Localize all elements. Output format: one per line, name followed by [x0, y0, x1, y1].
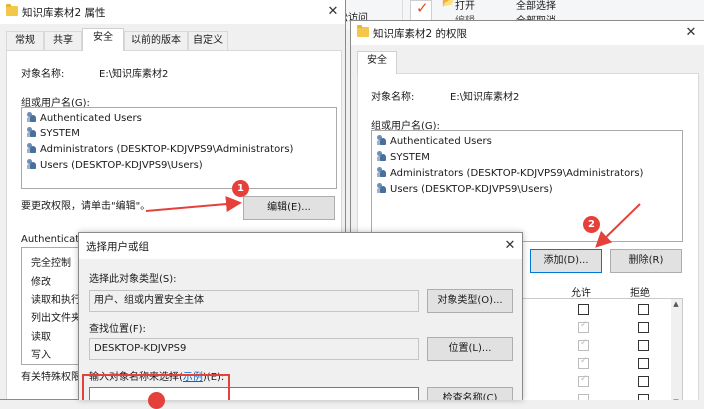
arrow-to-edit: [145, 196, 242, 213]
tab-security[interactable]: 安全: [357, 51, 397, 74]
step-badge-1: 1: [232, 180, 249, 197]
arrow-to-add: [595, 203, 641, 248]
step-badge-3: [148, 392, 165, 409]
tab-security[interactable]: 安全: [82, 28, 124, 51]
annotation-arrows: [145, 196, 641, 248]
step-badge-2: 2: [583, 216, 600, 233]
